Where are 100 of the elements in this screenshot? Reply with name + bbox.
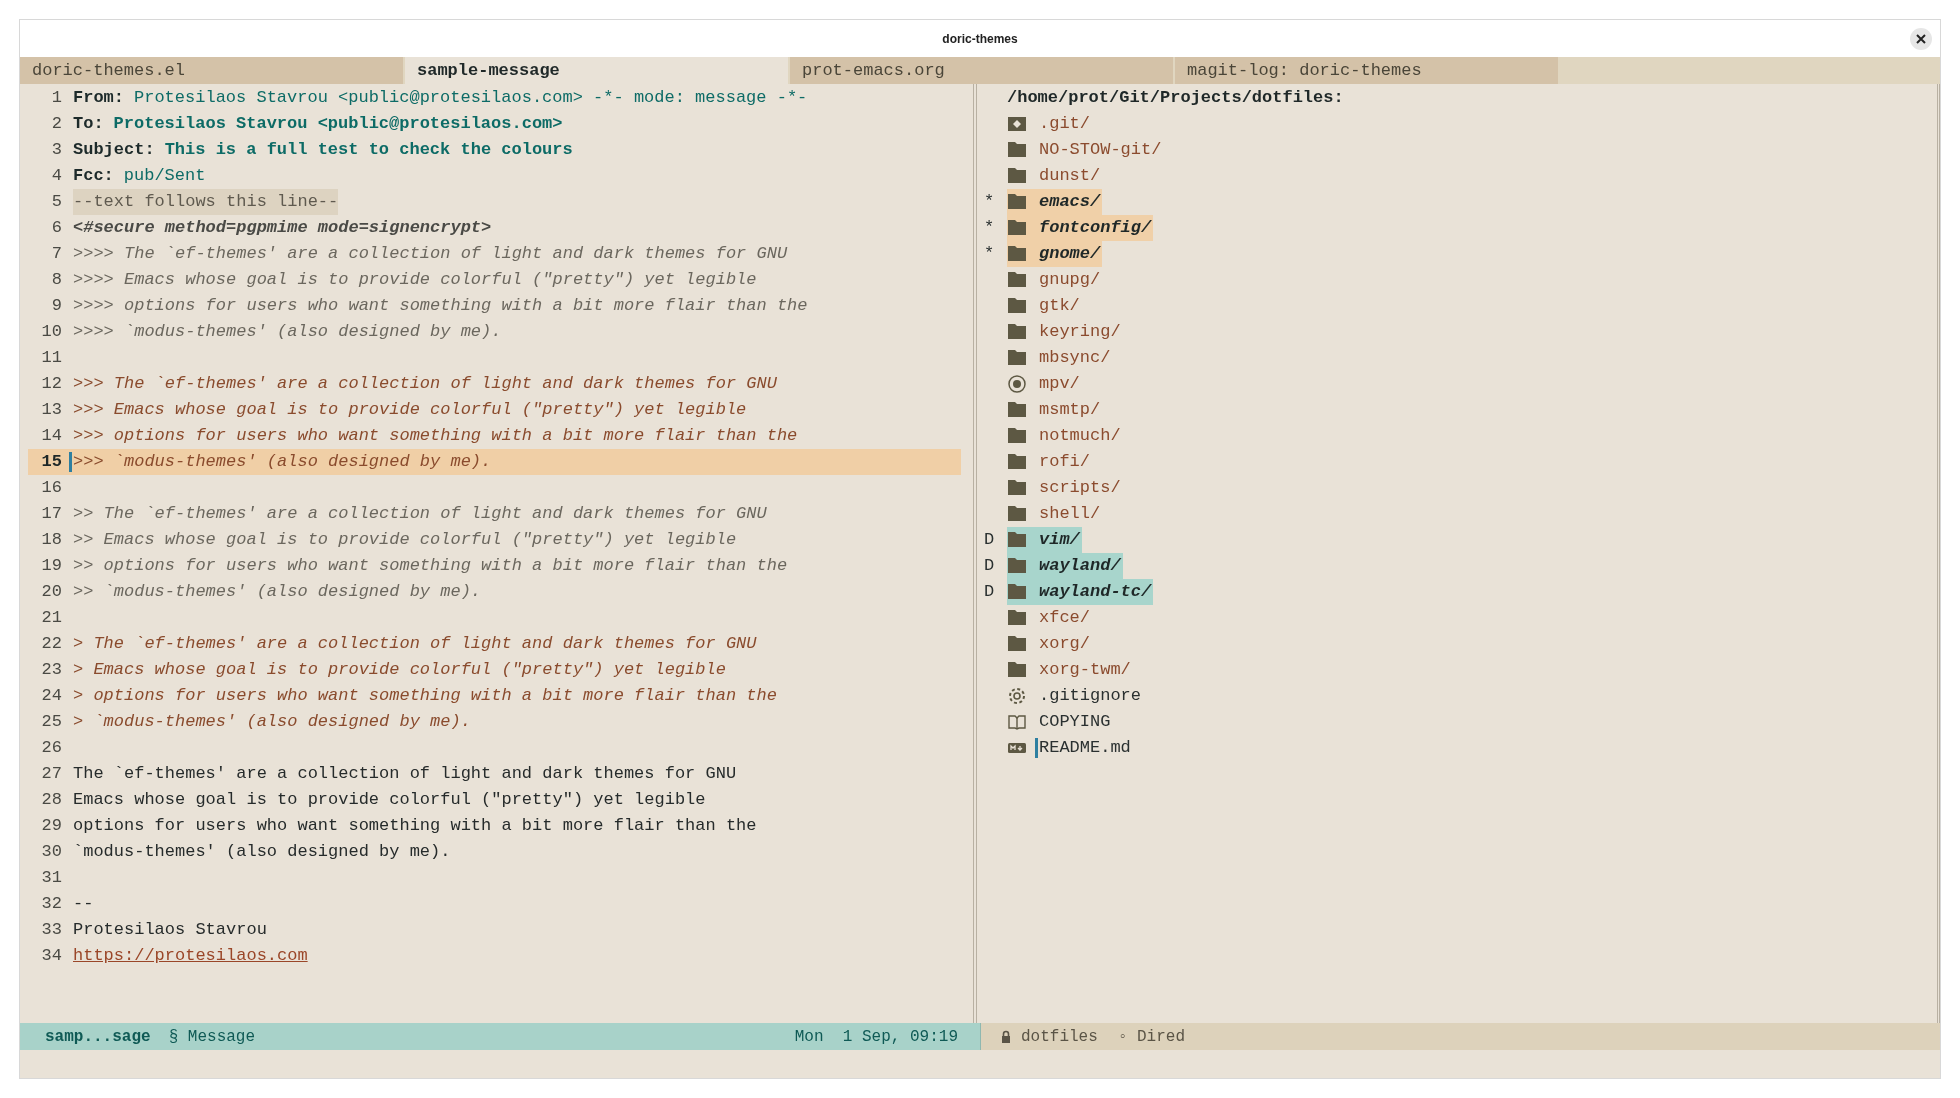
mark-label: *: [983, 217, 996, 239]
folder-icon: [1007, 478, 1027, 498]
folder-icon: [1007, 296, 1027, 316]
quoted-text: >> `modus-themes' (also designed by me).: [73, 581, 482, 603]
folder-icon: [1007, 660, 1027, 680]
folder-icon: [1007, 452, 1027, 472]
quoted-text: >>>> options for users who want something with a bit more flair than the: [73, 295, 808, 317]
file-name[interactable]: dunst/: [1039, 163, 1101, 189]
file-name[interactable]: xorg-twm/: [1039, 657, 1131, 683]
line-number: 15: [40, 451, 62, 473]
tab[interactable]: sample-message: [405, 57, 788, 84]
header-value: Protesilaos Stavrou <public@protesilaos.com> -*- mode: message -*-: [134, 87, 808, 109]
line-number: 16: [40, 477, 62, 499]
line-number: 1: [50, 87, 62, 109]
link[interactable]: https://protesilaos.com: [73, 943, 308, 969]
quoted-text: >> Emacs whose goal is to provide colorful ("pretty") yet legible: [73, 529, 737, 551]
line-number: 4: [50, 165, 62, 187]
close-icon: [1916, 34, 1926, 44]
line-number: 22: [40, 633, 62, 655]
major-mode: § Message: [168, 1026, 256, 1048]
line-number: 5: [50, 191, 62, 213]
file-name[interactable]: wayland-tc/: [1039, 579, 1152, 605]
file-name[interactable]: shell/: [1039, 501, 1101, 527]
file-name[interactable]: fontconfig/: [1039, 215, 1152, 241]
file-name[interactable]: NO-STOW-git/: [1039, 137, 1162, 163]
folder-icon: [1007, 166, 1027, 186]
window-title: doric-themes: [942, 30, 1018, 48]
close-button[interactable]: [1910, 28, 1932, 50]
file-name[interactable]: emacs/: [1039, 189, 1101, 215]
buffer-name: samp...sage: [45, 1026, 151, 1048]
folder-icon: [1007, 244, 1027, 264]
header-label: To:: [73, 113, 104, 135]
date-time: Mon 1 Sep, 09:19: [794, 1026, 958, 1048]
quoted-text: >> The `ef-themes' are a collection of light and dark themes for GNU: [73, 503, 767, 525]
line-number: 25: [40, 711, 62, 733]
file-name[interactable]: mpv/: [1039, 371, 1080, 397]
line-number: 21: [40, 607, 62, 629]
header-value: Protesilaos Stavrou <public@protesilaos.com>: [113, 113, 563, 135]
line-number: 28: [40, 789, 62, 811]
line-number: 34: [40, 945, 62, 967]
mark-label: D: [983, 555, 996, 577]
quoted-text: > The `ef-themes' are a collection of light and dark themes for GNU: [73, 633, 757, 655]
line-number: 17: [40, 503, 62, 525]
line-number: 2: [50, 113, 62, 135]
folder-icon: [1007, 348, 1027, 368]
file-name[interactable]: xorg/: [1039, 631, 1090, 657]
header-value: pub/Sent: [123, 165, 206, 187]
line-number: 9: [50, 295, 62, 317]
file-name[interactable]: xfce/: [1039, 605, 1090, 631]
tab[interactable]: doric-themes.el: [20, 57, 403, 84]
file-name[interactable]: rofi/: [1039, 449, 1090, 475]
folder-icon: [1007, 504, 1027, 524]
disc-icon: [1007, 374, 1027, 394]
folder-icon: [1007, 218, 1027, 238]
file-name[interactable]: keyring/: [1039, 319, 1121, 345]
line-number: 23: [40, 659, 62, 681]
header-label: Fcc:: [73, 165, 114, 187]
line-number: 30: [40, 841, 62, 863]
file-name[interactable]: gtk/: [1039, 293, 1080, 319]
file-name[interactable]: scripts/: [1039, 475, 1121, 501]
file-name[interactable]: mbsync/: [1039, 345, 1111, 371]
file-name[interactable]: vim/: [1039, 527, 1080, 553]
line-number: 29: [40, 815, 62, 837]
folder-icon: [1007, 556, 1027, 576]
header-label: From:: [73, 87, 124, 109]
file-name[interactable]: gnome/: [1039, 241, 1101, 267]
tab[interactable]: magit-log: doric-themes: [1175, 57, 1558, 84]
folder-icon: [1007, 530, 1027, 550]
quoted-text: >>>> `modus-themes' (also designed by me).: [73, 321, 502, 343]
file-name[interactable]: wayland/: [1039, 553, 1121, 579]
file-name[interactable]: README.md: [1039, 735, 1131, 761]
file-name[interactable]: notmuch/: [1039, 423, 1121, 449]
body-text: Protesilaos Stavrou: [73, 919, 267, 941]
header-value: This is a full test to check the colours: [164, 139, 573, 161]
line-number: 32: [40, 893, 62, 915]
line-number: 27: [40, 763, 62, 785]
quoted-text: >>> The `ef-themes' are a collection of light and dark themes for GNU: [73, 373, 777, 395]
line-number: 3: [50, 139, 62, 161]
book-icon: [1007, 712, 1027, 732]
folder-icon: [1007, 322, 1027, 342]
secure-tag: <#secure method=pgpmime mode=signencrypt>: [73, 215, 492, 241]
header-label: Subject:: [73, 139, 155, 161]
line-number: 6: [50, 217, 62, 239]
body-text: `modus-themes' (also designed by me).: [73, 841, 451, 863]
file-name[interactable]: gnupg/: [1039, 267, 1101, 293]
line-number: 24: [40, 685, 62, 707]
tab[interactable]: prot-emacs.org: [790, 57, 1173, 84]
file-name[interactable]: .gitignore: [1039, 683, 1142, 709]
line-number: 8: [50, 269, 62, 291]
file-name[interactable]: .git/: [1039, 111, 1090, 137]
mark-label: *: [983, 243, 996, 265]
folder-icon: [1007, 140, 1027, 160]
folder-icon: [1007, 608, 1027, 628]
file-name[interactable]: msmtp/: [1039, 397, 1101, 423]
folder-icon: [1007, 634, 1027, 654]
body-text: options for users who want something with a bit more flair than the: [73, 815, 757, 837]
mark-label: D: [983, 581, 996, 603]
file-name[interactable]: COPYING: [1039, 709, 1111, 735]
directory-path: /home/prot/Git/Projects/dotfiles:: [1007, 88, 1344, 107]
line-number: 33: [40, 919, 62, 941]
